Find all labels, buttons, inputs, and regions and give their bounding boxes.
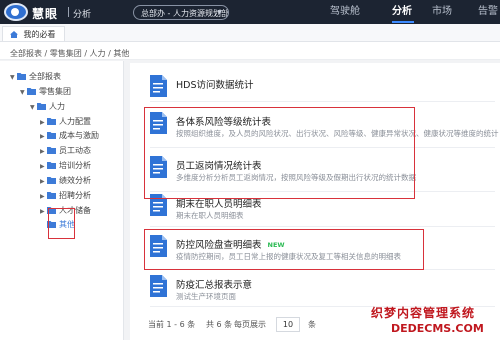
top-bar: 慧眼 分析 总部办 - 人力资源规划部 ▼ 驾驶舱 分析 市场 告警: [0, 0, 500, 24]
pagination-per-page-label: 每页展示: [234, 320, 266, 329]
brand-logo-icon[interactable]: [4, 3, 28, 21]
folder-icon: [47, 177, 56, 184]
collapsed-arrow-icon: ▶: [40, 178, 45, 185]
page-size-input[interactable]: 10: [276, 317, 300, 332]
folder-icon: [47, 162, 56, 169]
tree-item-retail-group[interactable]: ▼ 零售集团: [20, 86, 71, 97]
pagination-range: 当前 1 - 6 条: [148, 320, 196, 329]
folder-icon: [47, 192, 56, 199]
report-item[interactable]: 防疫汇总报表示意 测试生产环境页面: [150, 273, 500, 307]
tab-label: 我的必看: [23, 30, 56, 39]
nav-alerts[interactable]: 告警: [478, 0, 498, 24]
report-tree: ▼ 全部报表 ▼ 零售集团 ▼ 人力 ▶ 人力配置 ▶ 成本与激励 ▶ 员工动态 ▶ 培训分析…: [0, 61, 124, 340]
report-title: 防疫汇总报表示意: [176, 280, 253, 291]
folder-icon: [37, 103, 46, 110]
report-document-icon: [150, 275, 167, 297]
collapsed-arrow-icon: ▶: [40, 119, 45, 126]
brand-divider: [68, 7, 69, 17]
tree-item-cost-incentive[interactable]: ▶ 成本与激励: [40, 130, 99, 141]
collapsed-arrow-icon: ▶: [40, 193, 45, 200]
report-description: 测试生产环境页面: [176, 292, 236, 301]
nav-cockpit[interactable]: 驾驶舱: [330, 0, 360, 24]
breadcrumb: 全部报表 / 零售集团 / 人力 / 其他: [10, 49, 130, 58]
pagination-total: 共 6 条: [206, 320, 233, 329]
pagination-unit: 条: [308, 320, 316, 329]
highlight-box-reports: [144, 107, 415, 199]
chevron-down-icon: ▼: [217, 9, 222, 16]
expanded-arrow-icon: ▼: [20, 89, 25, 96]
report-list: HDS访问数据统计 各体系风险等级统计表 按照组织维度，及人员的风险状况、出行状…: [130, 63, 500, 340]
collapsed-arrow-icon: ▶: [40, 208, 45, 215]
folder-icon: [27, 88, 36, 95]
folder-icon: [47, 118, 56, 125]
tab-bar: 我的必看: [0, 24, 500, 42]
report-title: HDS访问数据统计: [176, 80, 254, 91]
nav-market[interactable]: 市场: [432, 0, 452, 24]
tree-item-staffing[interactable]: ▶ 人力配置: [40, 116, 91, 127]
folder-icon: [17, 73, 26, 80]
collapsed-arrow-icon: ▶: [40, 148, 45, 155]
tab-my-must-see[interactable]: 我的必看: [2, 26, 65, 41]
report-description: 期末在职人员明细表: [176, 211, 244, 220]
org-select[interactable]: 总部办 - 人力资源规划部 ▼: [133, 5, 229, 20]
folder-icon: [47, 147, 56, 154]
tree-item-hr[interactable]: ▼ 人力: [30, 101, 65, 112]
highlight-box-epidemic-report: [144, 229, 424, 270]
watermark-title: 织梦内容管理系统: [371, 306, 476, 320]
report-document-icon: [150, 75, 167, 97]
highlight-box-other: [48, 208, 75, 239]
watermark-domain: DEDECMS.COM: [391, 322, 484, 335]
tree-item-staff-dynamics[interactable]: ▶ 员工动态: [40, 145, 91, 156]
org-select-value: 总部办 - 人力资源规划部: [141, 9, 229, 18]
nav-active-indicator: [392, 21, 414, 23]
folder-icon: [47, 132, 56, 139]
tree-item-all-reports[interactable]: ▼ 全部报表: [10, 71, 61, 82]
expanded-arrow-icon: ▼: [30, 104, 35, 111]
expanded-arrow-icon: ▼: [10, 74, 15, 81]
list-divider: [150, 226, 495, 227]
tree-item-performance[interactable]: ▶ 绩效分析: [40, 175, 91, 186]
brand-subtitle: 分析: [73, 10, 92, 20]
tree-item-training[interactable]: ▶ 培训分析: [40, 160, 91, 171]
collapsed-arrow-icon: ▶: [40, 163, 45, 170]
collapsed-arrow-icon: ▶: [40, 133, 45, 140]
list-divider: [150, 101, 495, 102]
tree-item-recruitment[interactable]: ▶ 招聘分析: [40, 190, 91, 201]
brand-name: 慧眼: [32, 7, 59, 21]
home-icon: [10, 31, 18, 38]
